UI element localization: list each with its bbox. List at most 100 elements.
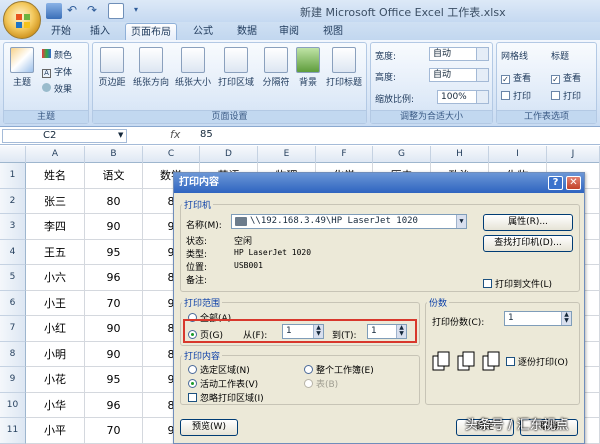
copies-stepper[interactable]: 1 ▲ ▼ xyxy=(504,311,572,326)
cell[interactable]: 95 xyxy=(85,239,143,265)
undo-icon[interactable]: ↶ xyxy=(64,3,80,19)
row-header[interactable]: 9 xyxy=(0,367,26,393)
scale-stepper[interactable]: 100% xyxy=(437,90,489,104)
row-header[interactable]: 3 xyxy=(0,214,26,240)
gridlines-print-checkbox[interactable]: 打印 xyxy=(501,89,531,102)
entire-workbook-radio[interactable]: 整个工作簿(E) xyxy=(304,363,374,376)
cell[interactable]: 96 xyxy=(85,265,143,291)
width-select[interactable]: 自动 xyxy=(429,47,489,61)
cell[interactable]: 姓名 xyxy=(26,163,85,189)
select-all-corner[interactable] xyxy=(0,146,26,163)
tab-data[interactable]: 数据 xyxy=(230,23,264,40)
watermark: 头条号 / 汇东视点 xyxy=(465,418,569,433)
column-headers: A B C D E F G H I J xyxy=(0,146,600,163)
themes-button[interactable]: 主题 xyxy=(6,47,38,88)
column-header[interactable]: G xyxy=(373,146,431,163)
row-header[interactable]: 11 xyxy=(0,418,26,444)
effects-button[interactable]: 效果 xyxy=(42,82,72,95)
active-sheets-radio[interactable]: 活动工作表(V) xyxy=(188,377,258,390)
properties-button[interactable]: 属性(R)... xyxy=(483,214,573,231)
ignore-print-areas-checkbox[interactable]: 忽略打印区域(I) xyxy=(188,391,264,404)
print-titles-button[interactable]: 打印标题 xyxy=(323,47,365,88)
margins-button[interactable]: 页边距 xyxy=(95,47,129,88)
cell[interactable]: 小平 xyxy=(26,418,85,444)
name-box[interactable]: C2 xyxy=(2,129,127,143)
cell[interactable]: 王五 xyxy=(26,239,85,265)
cell[interactable]: 张三 xyxy=(26,188,85,214)
customize-quick-access-icon[interactable]: ▾ xyxy=(128,3,144,19)
height-select[interactable]: 自动 xyxy=(429,68,489,82)
size-button[interactable]: 纸张大小 xyxy=(173,47,213,88)
column-header[interactable]: D xyxy=(200,146,258,163)
row-header[interactable]: 8 xyxy=(0,341,26,367)
column-header[interactable]: I xyxy=(489,146,547,163)
gridlines-view-checkbox[interactable]: ✓ 查看 xyxy=(501,71,531,84)
row-header[interactable]: 10 xyxy=(0,392,26,418)
office-logo-icon xyxy=(16,14,30,28)
cell[interactable]: 小花 xyxy=(26,367,85,393)
ribbon: 主题 颜色 A 字体 效果 主题 页边距 纸张方向 纸张大小 打印区域 分隔符 背… xyxy=(0,40,600,127)
cell[interactable]: 96 xyxy=(85,392,143,418)
cell[interactable]: 70 xyxy=(85,290,143,316)
column-header[interactable]: A xyxy=(26,146,85,163)
selection-radio[interactable]: 选定区域(N) xyxy=(188,363,250,376)
column-header[interactable]: C xyxy=(143,146,200,163)
tab-review[interactable]: 审阅 xyxy=(272,23,306,40)
cell[interactable]: 小六 xyxy=(26,265,85,291)
insert-function-icon[interactable]: fx xyxy=(170,128,180,141)
column-header[interactable]: B xyxy=(85,146,143,163)
print-area-button[interactable]: 打印区域 xyxy=(215,47,257,88)
row-header[interactable]: 7 xyxy=(0,316,26,342)
tab-insert[interactable]: 插入 xyxy=(83,23,117,40)
cell[interactable]: 90 xyxy=(85,316,143,342)
print-preview-icon[interactable] xyxy=(108,3,124,19)
tab-formulas[interactable]: 公式 xyxy=(186,23,220,40)
fonts-button[interactable]: A 字体 xyxy=(42,65,72,78)
preview-button[interactable]: 预览(W) xyxy=(180,419,238,436)
column-header[interactable]: J xyxy=(547,146,600,163)
cell[interactable]: 小红 xyxy=(26,316,85,342)
themes-group: 主题 颜色 A 字体 效果 主题 xyxy=(3,42,89,124)
cell[interactable]: 李四 xyxy=(26,214,85,240)
row-header[interactable]: 2 xyxy=(0,188,26,214)
tab-home[interactable]: 开始 xyxy=(44,23,78,40)
name-box-dropdown-icon[interactable]: ▼ xyxy=(118,131,123,139)
column-header[interactable]: F xyxy=(316,146,373,163)
cell[interactable]: 小华 xyxy=(26,392,85,418)
formula-input[interactable]: 85 xyxy=(200,129,213,140)
cell[interactable]: 90 xyxy=(85,341,143,367)
colors-button[interactable]: 颜色 xyxy=(42,48,72,61)
redo-icon[interactable]: ↷ xyxy=(84,3,100,19)
cell[interactable]: 小明 xyxy=(26,341,85,367)
highlight-box xyxy=(183,319,417,343)
cell[interactable]: 语文 xyxy=(85,163,143,189)
tab-page-layout[interactable]: 页面布局 xyxy=(125,23,177,40)
collate-checkbox[interactable]: 逐份打印(O) xyxy=(506,355,568,368)
orientation-button[interactable]: 纸张方向 xyxy=(131,47,171,88)
cell[interactable]: 95 xyxy=(85,367,143,393)
cell[interactable]: 70 xyxy=(85,418,143,444)
headings-print-checkbox[interactable]: 打印 xyxy=(551,89,581,102)
row-header[interactable]: 5 xyxy=(0,265,26,291)
colors-icon xyxy=(42,49,51,58)
headings-view-checkbox[interactable]: ✓ 查看 xyxy=(551,71,581,84)
cell[interactable]: 小王 xyxy=(26,290,85,316)
print-to-file-checkbox[interactable]: 打印到文件(L) xyxy=(483,277,552,290)
column-header[interactable]: E xyxy=(258,146,316,163)
printer-name-select[interactable]: \\192.168.3.49\HP LaserJet 1020 ▼ xyxy=(231,214,467,229)
tab-view[interactable]: 视图 xyxy=(316,23,350,40)
office-button[interactable] xyxy=(3,1,41,39)
background-button[interactable]: 背景 xyxy=(295,47,321,88)
save-icon[interactable] xyxy=(46,3,62,19)
row-header[interactable]: 6 xyxy=(0,290,26,316)
row-header[interactable]: 4 xyxy=(0,239,26,265)
close-icon[interactable]: ✕ xyxy=(566,176,581,190)
cell[interactable]: 90 xyxy=(85,214,143,240)
background-icon xyxy=(296,47,320,73)
cell[interactable]: 80 xyxy=(85,188,143,214)
row-header[interactable]: 1 xyxy=(0,163,26,189)
help-icon[interactable]: ? xyxy=(548,176,563,190)
find-printer-button[interactable]: 查找打印机(D)... xyxy=(483,235,573,252)
breaks-button[interactable]: 分隔符 xyxy=(259,47,293,88)
column-header[interactable]: H xyxy=(431,146,489,163)
